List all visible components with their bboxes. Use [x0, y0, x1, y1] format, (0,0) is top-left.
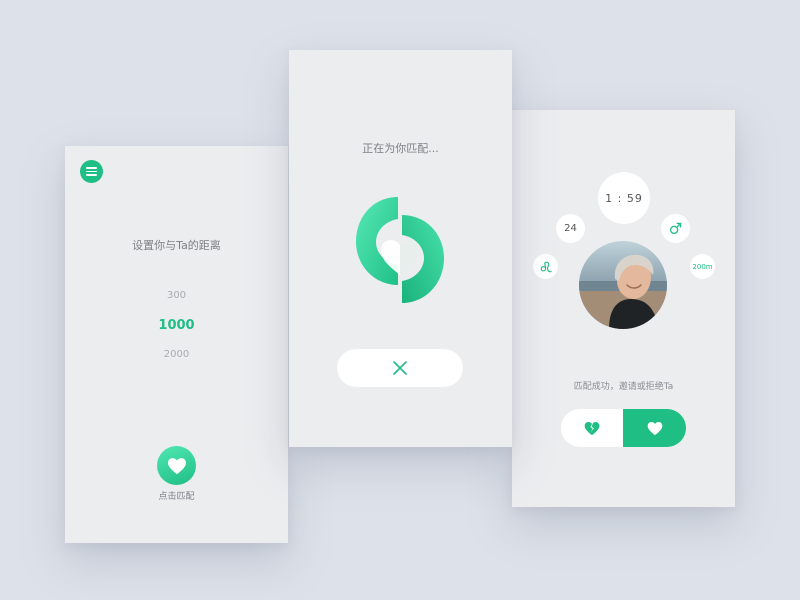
hamburger-menu-icon: [86, 167, 97, 169]
match-action-bar: [561, 409, 686, 447]
matching-status-text: 正在为你匹配...: [362, 142, 439, 155]
leo-icon: [540, 261, 552, 272]
match-success-text: 匹配成功，邀请或拒绝Ta: [573, 382, 674, 392]
hamburger-line: [86, 174, 97, 176]
distance-settings-screen: 设置你与Ta的距离 300 1000 2000 点击匹配: [65, 146, 288, 543]
match-result-screen: 1 : 59 24 200m 匹配成功，邀请或拒绝Ta: [512, 110, 735, 507]
countdown-timer: 1 : 59: [598, 172, 650, 224]
matching-screen: 正在为你匹配...: [289, 50, 512, 447]
split-heart-logo-icon: [356, 197, 444, 303]
distance-option-1000-selected[interactable]: 1000: [65, 318, 288, 333]
match-button[interactable]: [157, 446, 196, 485]
avatar-photo: [579, 241, 667, 329]
avatar-image: [579, 241, 667, 329]
accept-button[interactable]: [623, 409, 686, 447]
broken-heart-icon: [584, 421, 600, 435]
distance-badge: 200m: [690, 254, 715, 279]
distance-option-2000[interactable]: 2000: [65, 349, 288, 360]
zodiac-leo-icon: [533, 254, 558, 279]
close-icon: [393, 361, 407, 375]
heart-icon: [167, 457, 186, 474]
heart-icon: [647, 421, 662, 435]
screen-title: 设置你与Ta的距离: [132, 239, 221, 252]
age-badge: 24: [556, 214, 585, 243]
match-button-label: 点击匹配: [158, 492, 195, 502]
reject-button[interactable]: [561, 409, 623, 447]
male-icon: [669, 222, 682, 235]
gender-badge: [661, 214, 690, 243]
distance-option-300[interactable]: 300: [65, 290, 288, 301]
cancel-match-button[interactable]: [337, 349, 463, 387]
hamburger-line: [86, 170, 97, 173]
menu-button[interactable]: [80, 160, 103, 183]
